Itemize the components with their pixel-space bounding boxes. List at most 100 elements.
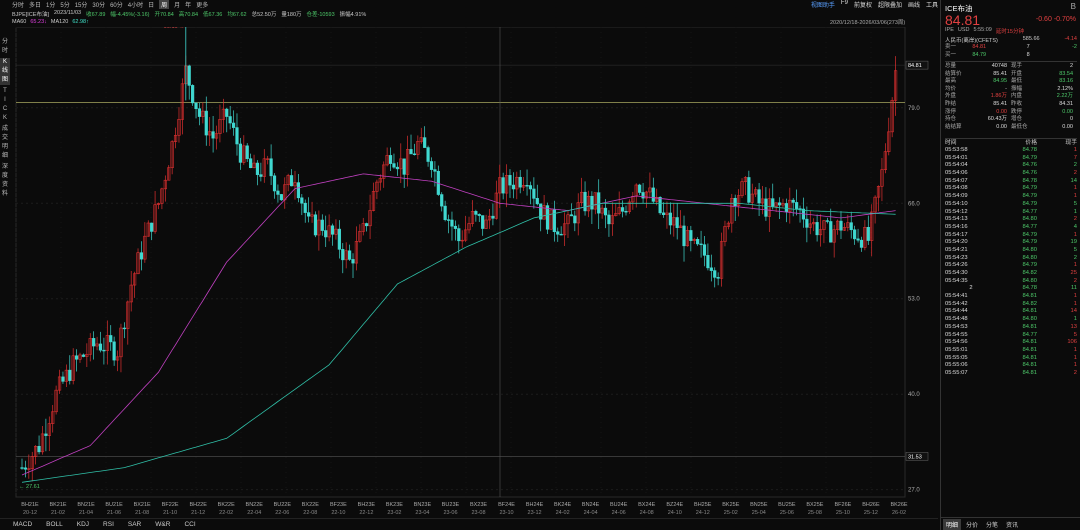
panel-tab-3[interactable]: 资讯 <box>1003 519 1021 530</box>
candle-body <box>307 212 311 217</box>
candle-body <box>709 267 713 271</box>
ask-change: -2 <box>1072 44 1077 50</box>
candle-body <box>194 102 198 110</box>
indicator-tab-macd[interactable]: MACD <box>13 521 32 528</box>
tick-volume: 14 <box>1070 177 1077 184</box>
period-tab-11[interactable]: 年 <box>185 0 191 9</box>
indicator-tab-wr[interactable]: W&R <box>155 521 170 528</box>
indicator-tab-cci[interactable]: CCI <box>184 521 195 528</box>
panel-tab-0[interactable]: 明细 <box>943 518 962 530</box>
indicator-tab-boll[interactable]: BOLL <box>46 521 63 528</box>
tick-time: 05:54:06 <box>945 170 968 177</box>
period-tab-9[interactable]: 周 <box>159 0 170 9</box>
tick-price: 84.79 <box>1022 239 1037 246</box>
candle-body <box>661 212 666 216</box>
toolbar-action-0[interactable]: 视图助手 <box>811 0 835 9</box>
tick-row: 05:55:06 84.81 1 <box>945 362 1077 370</box>
toolbar-action-1[interactable]: F9 <box>841 0 848 9</box>
panel-tab-1[interactable]: 分价 <box>963 519 981 530</box>
info-item-5: 均67.62 <box>227 12 247 18</box>
rmb-rate-row: 人民币(离岸)(CFETS) 585.66 -4.14 <box>945 36 1077 44</box>
x-tick-sublabel: 24-12 <box>696 510 710 516</box>
period-tab-0[interactable]: 分时 <box>12 0 24 9</box>
period-tab-12[interactable]: 更多 <box>196 0 208 9</box>
period-tab-7[interactable]: 4小时 <box>128 0 143 9</box>
tick-volume: 11 <box>1070 285 1077 292</box>
side-tab-2[interactable]: TICK <box>0 87 10 123</box>
toolbar-action-5[interactable]: 工具 <box>926 0 938 9</box>
side-tab-1[interactable]: K线图 <box>0 58 10 85</box>
candle-body <box>238 143 242 163</box>
panel-bottom-tabs: 明细 分价 分笔 资讯 <box>941 517 1080 530</box>
side-tab-0[interactable]: 分时 <box>0 38 10 56</box>
side-tab-4[interactable]: 深度资料 <box>0 163 10 199</box>
side-tab-3[interactable]: 成交明细 <box>0 125 10 161</box>
period-tab-10[interactable]: 月 <box>174 0 180 9</box>
period-tab-1[interactable]: 多日 <box>29 0 41 9</box>
tick-row: 05:54:17 84.79 1 <box>945 232 1077 240</box>
bid-price: 84.79 <box>972 51 987 58</box>
tick-row: 05:54:08 84.79 1 <box>945 185 1077 193</box>
tick-row: 05:54:10 84.79 5 <box>945 201 1077 209</box>
candle-body <box>689 230 693 241</box>
stat-value: 1.86万 <box>990 93 1007 100</box>
period-tab-8[interactable]: 日 <box>148 0 154 9</box>
indicator-tab-rsi[interactable]: RSI <box>103 521 114 528</box>
toolbar-action-2[interactable]: 前复权 <box>854 0 872 9</box>
tick-price: 84.79 <box>1022 193 1037 200</box>
candle-body <box>658 196 662 214</box>
tick-time: 05:54:48 <box>945 316 968 323</box>
tick-volume: 1 <box>1073 193 1077 200</box>
toolbar-action-3[interactable]: 超限叠加 <box>878 0 902 9</box>
tick-time: 05:54:53 <box>945 323 968 330</box>
candle-body <box>450 219 454 227</box>
date-range-label: 2020/12/18-2026/03/06(273周) <box>830 20 906 26</box>
candle-body <box>324 230 328 238</box>
tick-row: 05:54:26 84.79 1 <box>945 262 1077 270</box>
candle-body <box>501 177 505 194</box>
candle-body <box>231 122 236 128</box>
stat-label: 最高 <box>945 78 957 85</box>
x-tick-label: BN21E <box>77 502 95 508</box>
change-percent: -0.70% <box>1053 16 1076 23</box>
info-item-7: 量180万 <box>281 12 302 18</box>
exchange: IPE <box>945 27 954 33</box>
candle-body <box>491 215 495 219</box>
period-tab-4[interactable]: 15分 <box>75 0 88 9</box>
period-tab-6[interactable]: 60分 <box>110 0 123 9</box>
x-tick-sublabel: 22-02 <box>219 510 233 516</box>
tick-row: 05:54:48 84.80 1 <box>945 316 1077 324</box>
x-tick-sublabel: 25-10 <box>836 510 850 516</box>
x-tick-sublabel: 22-04 <box>247 510 261 516</box>
change-value: -0.60 <box>1035 16 1052 23</box>
candle-body <box>259 174 263 177</box>
stats-row: 持仓 60.43万 增仓 0 <box>945 116 1077 124</box>
tick-header-time: 时间 <box>945 140 957 146</box>
tick-time: 05:54:42 <box>945 300 968 307</box>
candle-body <box>866 227 870 241</box>
kline-chart[interactable]: 27.0 40.0 53.0 66.0 79.0 90.16 → ← 27.61 84.81 3… <box>10 27 938 517</box>
ma60-line <box>21 173 896 476</box>
x-tick-label: BF26E <box>835 502 852 508</box>
period-tab-2[interactable]: 1分 <box>46 0 55 9</box>
stat-value: 83.16 <box>1059 78 1073 85</box>
candle-body <box>81 354 86 357</box>
candle-body <box>849 222 853 231</box>
candle-body <box>75 355 79 360</box>
tick-price: 84.81 <box>1022 339 1037 346</box>
period-tab-3[interactable]: 5分 <box>60 0 69 9</box>
tick-volume: 1 <box>1073 208 1077 215</box>
indicator-tab-sar[interactable]: SAR <box>128 521 141 528</box>
tick-time: 05:55:01 <box>945 346 968 353</box>
toolbar-action-4[interactable]: 画线 <box>908 0 920 9</box>
tick-header-volume: 现手 <box>1065 140 1077 146</box>
tick-time: 05:54:17 <box>945 231 968 238</box>
panel-tab-2[interactable]: 分笔 <box>983 519 1001 530</box>
tick-list[interactable]: 时间 价格 现手 05:53:58 84.78 1 05:54:01 84.79 7 05:54:… <box>945 138 1077 378</box>
indicator-tab-kdj[interactable]: KDJ <box>77 521 89 528</box>
stat-value: 84.95 <box>993 78 1007 85</box>
support-axis-label: 31.53 <box>908 454 922 460</box>
candle-body <box>829 221 833 243</box>
candle-body <box>426 147 430 162</box>
period-tab-5[interactable]: 30分 <box>92 0 105 9</box>
